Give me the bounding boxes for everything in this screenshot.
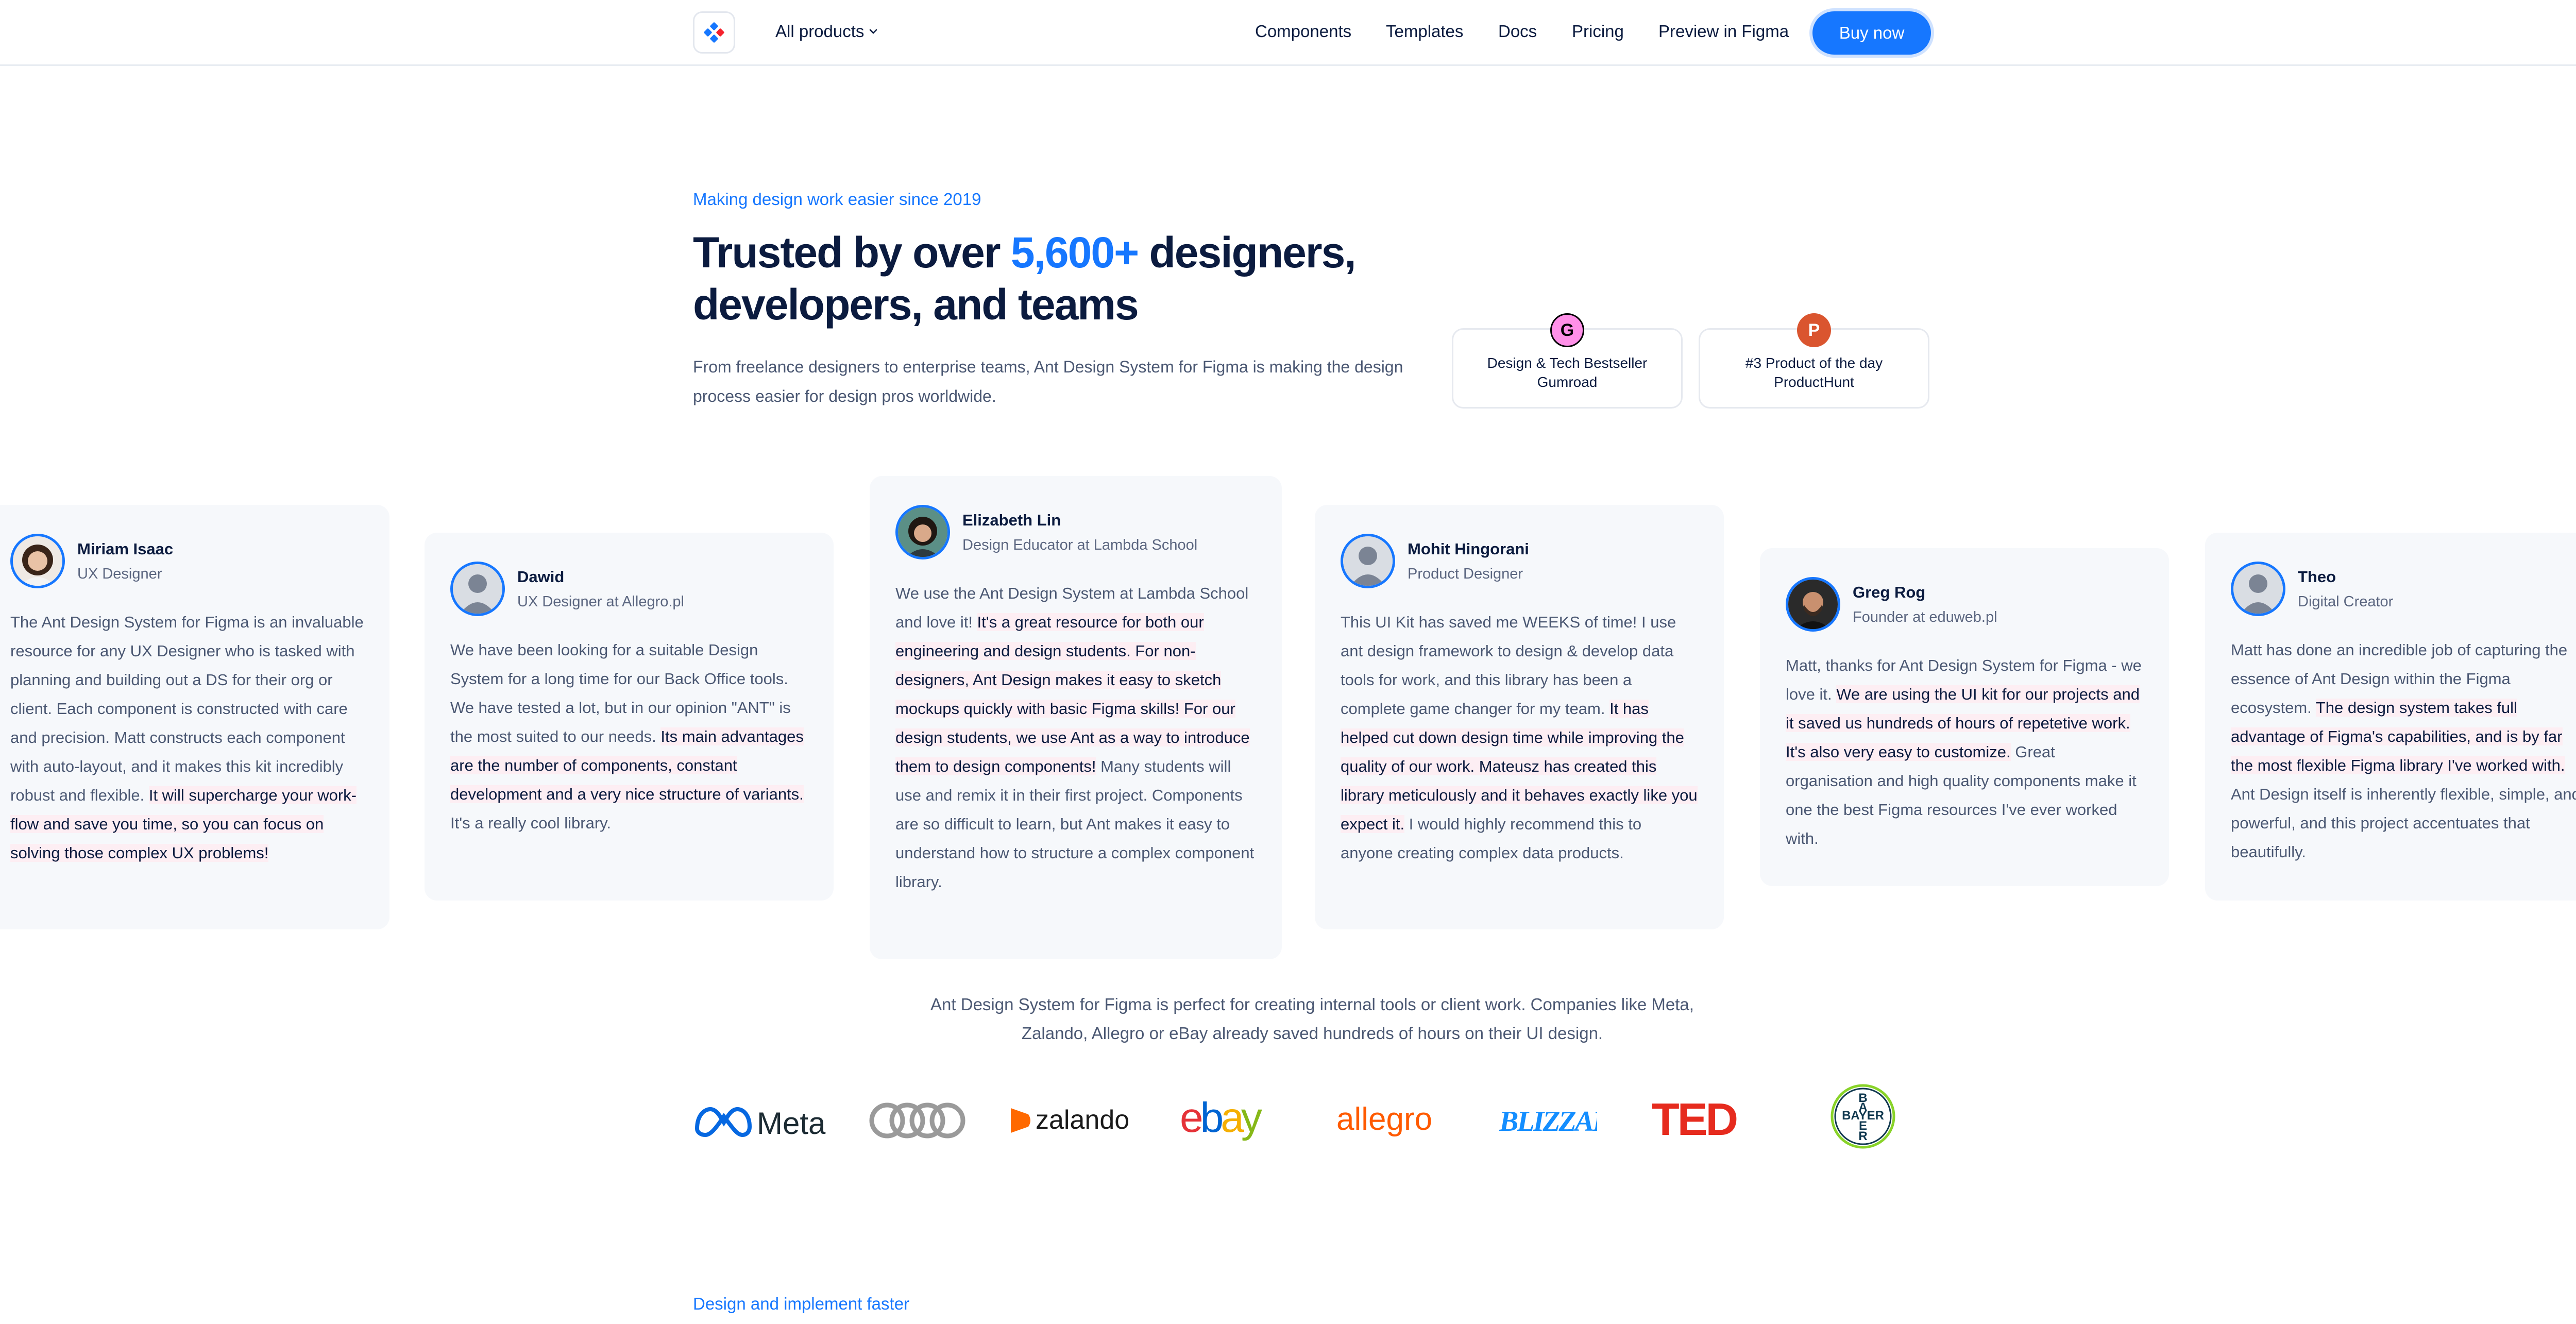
section-eyebrow: Design and implement faster bbox=[693, 1294, 910, 1313]
testimonial-quote: Matt has done an incredible job of captu… bbox=[2231, 636, 2576, 867]
testimonial-card: Dawid UX Designer at Allegro.pl We have … bbox=[425, 533, 834, 901]
hero-title: Trusted by over 5,600+ designers, develo… bbox=[693, 227, 1466, 331]
ant-logo-icon bbox=[704, 22, 724, 43]
allegro-logo-text: allegro bbox=[1336, 1101, 1432, 1137]
meta-logo: Meta bbox=[693, 1092, 832, 1149]
award-title: #3 Product of the day bbox=[1745, 355, 1883, 371]
bayer-logo: BAYER BAER bbox=[1829, 1084, 1897, 1149]
svg-text:ebay: ebay bbox=[1180, 1100, 1262, 1141]
testimonial-name: Miriam Isaac bbox=[77, 540, 174, 558]
buy-now-button[interactable]: Buy now bbox=[1812, 11, 1931, 55]
nav-link-pricing[interactable]: Pricing bbox=[1572, 22, 1624, 41]
award-card-gumroad: G Design & Tech Bestseller Gumroad bbox=[1452, 313, 1683, 409]
audi-logo bbox=[867, 1092, 968, 1149]
placeholder-avatar bbox=[450, 562, 505, 616]
quote-highlight: It has helped cut down design time while… bbox=[1341, 700, 1698, 833]
meta-logo-text: Meta bbox=[757, 1106, 826, 1141]
zalando-logo-text: zalando bbox=[1036, 1105, 1129, 1135]
quote-text-end: It's a really cool library. bbox=[450, 814, 611, 832]
nav-link-templates[interactable]: Templates bbox=[1386, 22, 1463, 41]
testimonial-quote: We use the Ant Design System at Lambda S… bbox=[895, 579, 1256, 896]
all-products-dropdown[interactable]: All products bbox=[775, 22, 878, 41]
placeholder-avatar bbox=[1341, 534, 1395, 588]
svg-text:A: A bbox=[1858, 1100, 1867, 1114]
testimonial-role: Founder at eduweb.pl bbox=[1853, 609, 1997, 625]
quote-text-end: Many students will use and remix it in t… bbox=[895, 757, 1255, 891]
award-title: Design & Tech Bestseller bbox=[1487, 355, 1648, 371]
award-source: ProductHunt bbox=[1774, 374, 1854, 390]
testimonial-name: Elizabeth Lin bbox=[962, 511, 1061, 529]
award-card-producthunt: P #3 Product of the day ProductHunt bbox=[1699, 313, 1929, 409]
testimonial-quote: The Ant Design System for Figma is an in… bbox=[10, 608, 364, 868]
testimonial-role: Design Educator at Lambda School bbox=[962, 537, 1198, 553]
testimonial-role: Digital Creator bbox=[2298, 593, 2394, 610]
award-source: Gumroad bbox=[1537, 374, 1598, 390]
man-photo-avatar bbox=[1786, 577, 1840, 632]
hero-title-start: Trusted by over bbox=[693, 228, 1011, 277]
testimonial-card: Theo Digital Creator Matt has done an in… bbox=[2205, 533, 2576, 901]
testimonial-card: Miriam Isaac UX Designer The Ant Design … bbox=[0, 505, 389, 929]
testimonial-name: Dawid bbox=[517, 568, 565, 586]
nav-link-preview-in-figma[interactable]: Preview in Figma bbox=[1658, 22, 1789, 41]
testimonial-card: Elizabeth Lin Design Educator at Lambda … bbox=[870, 476, 1282, 959]
testimonial-name: Greg Rog bbox=[1853, 583, 1926, 601]
testimonial-name: Mohit Hingorani bbox=[1408, 540, 1529, 558]
allegro-logo: allegro bbox=[1336, 1092, 1450, 1149]
testimonial-quote: We have been looking for a suitable Desi… bbox=[450, 636, 808, 838]
hero-title-accent: 5,600+ bbox=[1010, 228, 1139, 277]
ted-logo-text: TED bbox=[1652, 1100, 1736, 1141]
placeholder-avatar bbox=[2231, 562, 2285, 616]
woman-curly-avatar bbox=[10, 534, 65, 588]
quote-text-end: Ant Design itself is inherently flexible… bbox=[2231, 785, 2576, 861]
hero-subtitle: From freelance designers to enterprise t… bbox=[693, 358, 1403, 405]
ted-logo: TED bbox=[1652, 1092, 1760, 1149]
testimonial-role: UX Designer at Allegro.pl bbox=[517, 593, 684, 610]
blizzard-logo-text: BLIZZARD bbox=[1499, 1106, 1597, 1138]
chevron-down-icon bbox=[870, 29, 877, 34]
testimonial-card: Mohit Hingorani Product Designer This UI… bbox=[1315, 505, 1724, 929]
testimonial-quote: This UI Kit has saved me WEEKS of time! … bbox=[1341, 608, 1698, 868]
woman-photo-avatar bbox=[895, 505, 950, 559]
companies-description: Ant Design System for Figma is perfect f… bbox=[930, 995, 1694, 1043]
producthunt-icon: P bbox=[1797, 313, 1831, 347]
testimonial-name: Theo bbox=[2298, 568, 2336, 586]
gumroad-icon: G bbox=[1550, 313, 1584, 347]
testimonial-role: UX Designer bbox=[77, 566, 162, 582]
nav-link-docs[interactable]: Docs bbox=[1498, 22, 1537, 41]
all-products-label: All products bbox=[775, 22, 865, 41]
svg-text:R: R bbox=[1858, 1129, 1867, 1143]
top-navbar: All products Components Templates Docs P… bbox=[0, 0, 2576, 66]
blizzard-logo: BLIZZARD bbox=[1499, 1092, 1597, 1149]
ebay-logo: ebay bbox=[1180, 1092, 1283, 1149]
testimonial-card: Greg Rog Founder at eduweb.pl Matt, than… bbox=[1760, 548, 2169, 886]
quote-text: The Ant Design System for Figma is an in… bbox=[10, 613, 364, 804]
ant-design-logo[interactable] bbox=[693, 11, 735, 54]
zalando-logo: zalando bbox=[1008, 1092, 1142, 1149]
nav-link-components[interactable]: Components bbox=[1255, 22, 1351, 41]
testimonial-quote: Matt, thanks for Ant Design System for F… bbox=[1786, 651, 2143, 853]
quote-highlight: It's a great resource for both our engin… bbox=[895, 613, 1250, 775]
testimonial-role: Product Designer bbox=[1408, 566, 1523, 582]
hero-eyebrow: Making design work easier since 2019 bbox=[693, 190, 981, 209]
quote-highlight: We are using the UI kit for our projects… bbox=[1786, 685, 2140, 761]
